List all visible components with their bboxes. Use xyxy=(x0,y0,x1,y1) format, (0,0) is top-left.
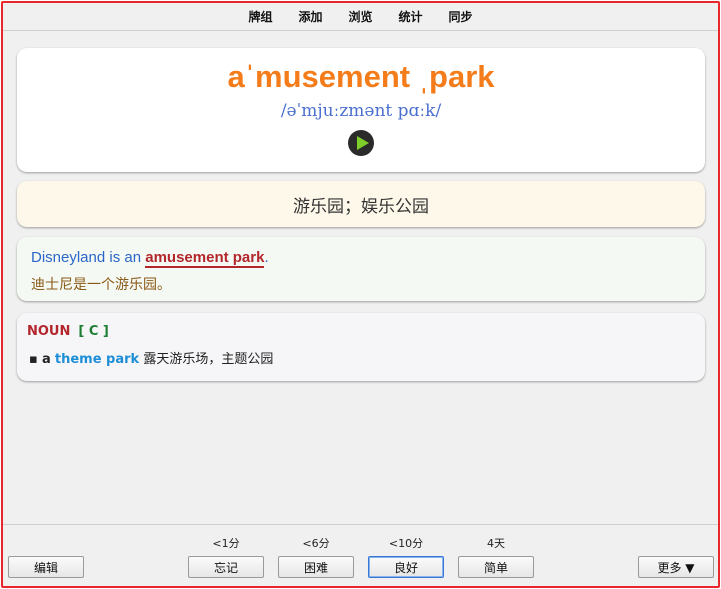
again-button[interactable]: 忘记 xyxy=(188,556,264,578)
more-button[interactable]: 更多 ▼ xyxy=(638,556,714,578)
grammar-card: NOUN [ C ] ▪ a theme park 露天游乐场，主题公园 xyxy=(17,313,705,381)
hard-button[interactable]: 困难 xyxy=(278,556,354,578)
interval-hard: <6分 xyxy=(302,537,330,550)
phonetic-transcription: /əˈmjuːzmənt pɑːk/ xyxy=(280,101,442,121)
interval-easy: 4天 xyxy=(487,537,505,550)
example-prefix: Disneyland is an xyxy=(31,249,146,266)
collocation-meaning: 露天游乐场，主题公园 xyxy=(143,352,274,367)
interval-good: <10分 xyxy=(388,537,424,550)
example-translation: 迪士尼是一个游乐园。 xyxy=(31,277,171,293)
good-button[interactable]: 良好 xyxy=(368,556,444,578)
collocation-article: a xyxy=(41,352,51,367)
top-menu-bar: 牌组 添加 浏览 统计 同步 xyxy=(3,3,718,31)
menu-stats[interactable]: 统计 xyxy=(399,8,423,25)
collocation-term: theme park xyxy=(54,352,140,367)
word-card: aˈmusement ˌpark /əˈmjuːzmənt pɑːk/ xyxy=(17,48,705,172)
bullet: ▪ xyxy=(29,352,42,367)
interval-again: <1分 xyxy=(212,537,240,550)
answer-bar: 编辑 <1分 忘记 <6分 困难 <10分 良好 4天 简单 更多 ▼ xyxy=(3,524,718,586)
menu-decks[interactable]: 牌组 xyxy=(248,8,272,25)
headword: aˈmusement ˌpark xyxy=(227,59,495,94)
play-audio-icon[interactable] xyxy=(348,130,374,156)
menu-sync[interactable]: 同步 xyxy=(449,8,473,25)
easy-button[interactable]: 简单 xyxy=(458,556,534,578)
example-highlight: amusement park xyxy=(145,249,265,268)
definition-text: 游乐园；娱乐公园 xyxy=(293,196,429,217)
anki-window: 牌组 添加 浏览 统计 同步 aˈmusement ˌpark /əˈmjuːz… xyxy=(1,1,720,588)
menu-browse[interactable]: 浏览 xyxy=(348,8,372,25)
pos-label: NOUN xyxy=(27,324,71,339)
collocation: ▪ a theme park 露天游乐场，主题公园 xyxy=(29,348,273,367)
example-sentence: Disneyland is an amusement park. xyxy=(31,249,269,268)
definition-card: 游乐园；娱乐公园 xyxy=(17,181,705,227)
countability-label: [ C ] xyxy=(78,324,109,339)
menu-add[interactable]: 添加 xyxy=(298,8,322,25)
example-card: Disneyland is an amusement park. 迪士尼是一个游… xyxy=(17,237,705,301)
edit-button[interactable]: 编辑 xyxy=(8,556,84,578)
part-of-speech: NOUN [ C ] xyxy=(27,324,109,339)
example-suffix: . xyxy=(264,249,269,266)
